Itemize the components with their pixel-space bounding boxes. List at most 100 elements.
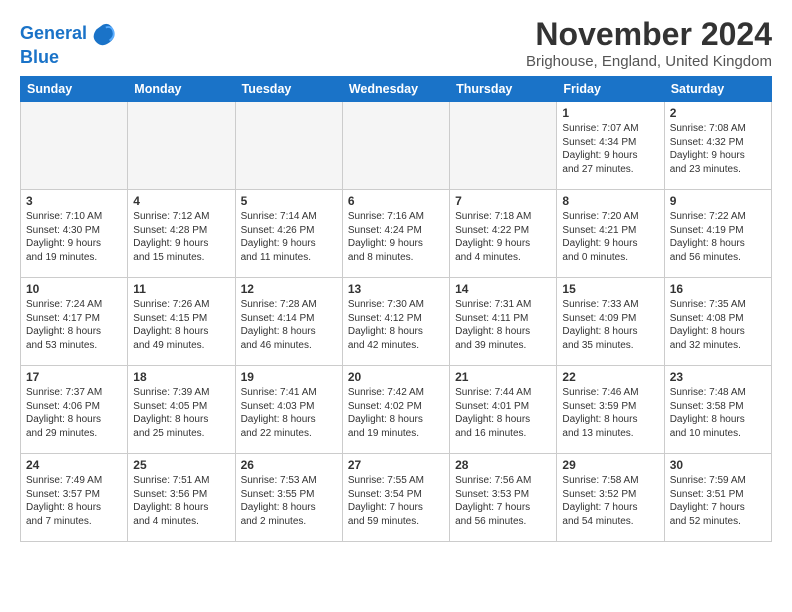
day-cell: 10 Sunrise: 7:24 AM Sunset: 4:17 PM Dayli… xyxy=(21,278,128,366)
day-number: 19 xyxy=(241,370,337,384)
day-info: Sunrise: 7:28 AM Sunset: 4:14 PM Dayligh… xyxy=(241,298,337,352)
day-cell: 27 Sunrise: 7:55 AM Sunset: 3:54 PM Dayli… xyxy=(342,454,449,542)
day-cell: 17 Sunrise: 7:37 AM Sunset: 4:06 PM Dayli… xyxy=(21,366,128,454)
day-cell: 8 Sunrise: 7:20 AM Sunset: 4:21 PM Daylig… xyxy=(557,190,664,278)
day-number: 20 xyxy=(348,370,444,384)
day-number: 11 xyxy=(133,282,229,296)
day-info: Sunrise: 7:33 AM Sunset: 4:09 PM Dayligh… xyxy=(562,298,658,352)
day-number: 26 xyxy=(241,458,337,472)
header: General Blue November 2024 Brighouse, En… xyxy=(20,16,772,70)
day-cell xyxy=(342,102,449,190)
day-info: Sunrise: 7:08 AM Sunset: 4:32 PM Dayligh… xyxy=(670,122,766,176)
day-number: 17 xyxy=(26,370,122,384)
logo-line1: General xyxy=(20,23,87,43)
location: Brighouse, England, United Kingdom xyxy=(526,53,772,70)
day-cell: 24Sunrise: 7:49 AM Sunset: 3:57 PM Dayli… xyxy=(21,454,128,542)
day-cell: 26 Sunrise: 7:53 AM Sunset: 3:55 PM Dayli… xyxy=(235,454,342,542)
day-info: Sunrise: 7:35 AM Sunset: 4:08 PM Dayligh… xyxy=(670,298,766,352)
day-number: 6 xyxy=(348,194,444,208)
calendar-table: SundayMondayTuesdayWednesdayThursdayFrid… xyxy=(20,76,772,542)
day-number: 23 xyxy=(670,370,766,384)
day-info: Sunrise: 7:46 AM Sunset: 3:59 PM Dayligh… xyxy=(562,386,658,440)
day-cell: 20 Sunrise: 7:42 AM Sunset: 4:02 PM Dayli… xyxy=(342,366,449,454)
day-info: Sunrise: 7:18 AM Sunset: 4:22 PM Dayligh… xyxy=(455,210,551,264)
day-number: 29 xyxy=(562,458,658,472)
day-number: 16 xyxy=(670,282,766,296)
col-header-wednesday: Wednesday xyxy=(342,77,449,102)
day-cell: 21Sunrise: 7:44 AM Sunset: 4:01 PM Dayli… xyxy=(450,366,557,454)
day-cell: 11 Sunrise: 7:26 AM Sunset: 4:15 PM Dayli… xyxy=(128,278,235,366)
day-number: 5 xyxy=(241,194,337,208)
day-info: Sunrise: 7:30 AM Sunset: 4:12 PM Dayligh… xyxy=(348,298,444,352)
day-number: 9 xyxy=(670,194,766,208)
day-cell: 23Sunrise: 7:48 AM Sunset: 3:58 PM Dayli… xyxy=(664,366,771,454)
day-cell: 25Sunrise: 7:51 AM Sunset: 3:56 PM Dayli… xyxy=(128,454,235,542)
day-cell: 12 Sunrise: 7:28 AM Sunset: 4:14 PM Dayli… xyxy=(235,278,342,366)
day-number: 10 xyxy=(26,282,122,296)
day-number: 8 xyxy=(562,194,658,208)
day-number: 15 xyxy=(562,282,658,296)
day-number: 25 xyxy=(133,458,229,472)
day-number: 1 xyxy=(562,106,658,120)
day-cell: 30 Sunrise: 7:59 AM Sunset: 3:51 PM Dayli… xyxy=(664,454,771,542)
day-cell: 14 Sunrise: 7:31 AM Sunset: 4:11 PM Dayli… xyxy=(450,278,557,366)
col-header-saturday: Saturday xyxy=(664,77,771,102)
day-cell xyxy=(450,102,557,190)
day-info: Sunrise: 7:12 AM Sunset: 4:28 PM Dayligh… xyxy=(133,210,229,264)
day-cell: 28Sunrise: 7:56 AM Sunset: 3:53 PM Dayli… xyxy=(450,454,557,542)
col-header-tuesday: Tuesday xyxy=(235,77,342,102)
day-info: Sunrise: 7:39 AM Sunset: 4:05 PM Dayligh… xyxy=(133,386,229,440)
day-number: 3 xyxy=(26,194,122,208)
day-cell: 2 Sunrise: 7:08 AM Sunset: 4:32 PM Daylig… xyxy=(664,102,771,190)
day-cell: 4 Sunrise: 7:12 AM Sunset: 4:28 PM Daylig… xyxy=(128,190,235,278)
day-info: Sunrise: 7:41 AM Sunset: 4:03 PM Dayligh… xyxy=(241,386,337,440)
day-number: 12 xyxy=(241,282,337,296)
day-number: 13 xyxy=(348,282,444,296)
day-info: Sunrise: 7:16 AM Sunset: 4:24 PM Dayligh… xyxy=(348,210,444,264)
day-cell: 29 Sunrise: 7:58 AM Sunset: 3:52 PM Dayli… xyxy=(557,454,664,542)
day-info: Sunrise: 7:10 AM Sunset: 4:30 PM Dayligh… xyxy=(26,210,122,264)
day-info: Sunrise: 7:24 AM Sunset: 4:17 PM Dayligh… xyxy=(26,298,122,352)
day-number: 14 xyxy=(455,282,551,296)
day-cell: 18Sunrise: 7:39 AM Sunset: 4:05 PM Dayli… xyxy=(128,366,235,454)
day-info: Sunrise: 7:37 AM Sunset: 4:06 PM Dayligh… xyxy=(26,386,122,440)
day-info: Sunrise: 7:31 AM Sunset: 4:11 PM Dayligh… xyxy=(455,298,551,352)
day-number: 24 xyxy=(26,458,122,472)
day-cell: 3 Sunrise: 7:10 AM Sunset: 4:30 PM Daylig… xyxy=(21,190,128,278)
col-header-friday: Friday xyxy=(557,77,664,102)
logo-line2: Blue xyxy=(20,48,117,68)
col-header-sunday: Sunday xyxy=(21,77,128,102)
logo-text: General xyxy=(20,24,87,44)
day-cell: 16 Sunrise: 7:35 AM Sunset: 4:08 PM Dayli… xyxy=(664,278,771,366)
week-row-0: 1 Sunrise: 7:07 AM Sunset: 4:34 PM Daylig… xyxy=(21,102,772,190)
day-info: Sunrise: 7:14 AM Sunset: 4:26 PM Dayligh… xyxy=(241,210,337,264)
day-number: 28 xyxy=(455,458,551,472)
day-number: 22 xyxy=(562,370,658,384)
week-row-2: 10 Sunrise: 7:24 AM Sunset: 4:17 PM Dayli… xyxy=(21,278,772,366)
week-row-3: 17 Sunrise: 7:37 AM Sunset: 4:06 PM Dayli… xyxy=(21,366,772,454)
month-title: November 2024 xyxy=(526,16,772,53)
day-info: Sunrise: 7:53 AM Sunset: 3:55 PM Dayligh… xyxy=(241,474,337,528)
day-info: Sunrise: 7:59 AM Sunset: 3:51 PM Dayligh… xyxy=(670,474,766,528)
day-number: 27 xyxy=(348,458,444,472)
day-cell xyxy=(21,102,128,190)
day-info: Sunrise: 7:26 AM Sunset: 4:15 PM Dayligh… xyxy=(133,298,229,352)
col-header-thursday: Thursday xyxy=(450,77,557,102)
header-row: SundayMondayTuesdayWednesdayThursdayFrid… xyxy=(21,77,772,102)
day-cell: 9Sunrise: 7:22 AM Sunset: 4:19 PM Daylig… xyxy=(664,190,771,278)
day-number: 4 xyxy=(133,194,229,208)
day-cell: 22 Sunrise: 7:46 AM Sunset: 3:59 PM Dayli… xyxy=(557,366,664,454)
logo-icon xyxy=(89,20,117,48)
day-info: Sunrise: 7:42 AM Sunset: 4:02 PM Dayligh… xyxy=(348,386,444,440)
day-number: 2 xyxy=(670,106,766,120)
day-info: Sunrise: 7:55 AM Sunset: 3:54 PM Dayligh… xyxy=(348,474,444,528)
day-cell: 19 Sunrise: 7:41 AM Sunset: 4:03 PM Dayli… xyxy=(235,366,342,454)
day-cell: 5 Sunrise: 7:14 AM Sunset: 4:26 PM Daylig… xyxy=(235,190,342,278)
day-info: Sunrise: 7:58 AM Sunset: 3:52 PM Dayligh… xyxy=(562,474,658,528)
day-number: 30 xyxy=(670,458,766,472)
day-info: Sunrise: 7:20 AM Sunset: 4:21 PM Dayligh… xyxy=(562,210,658,264)
day-info: Sunrise: 7:07 AM Sunset: 4:34 PM Dayligh… xyxy=(562,122,658,176)
day-cell xyxy=(235,102,342,190)
col-header-monday: Monday xyxy=(128,77,235,102)
day-cell: 13 Sunrise: 7:30 AM Sunset: 4:12 PM Dayli… xyxy=(342,278,449,366)
